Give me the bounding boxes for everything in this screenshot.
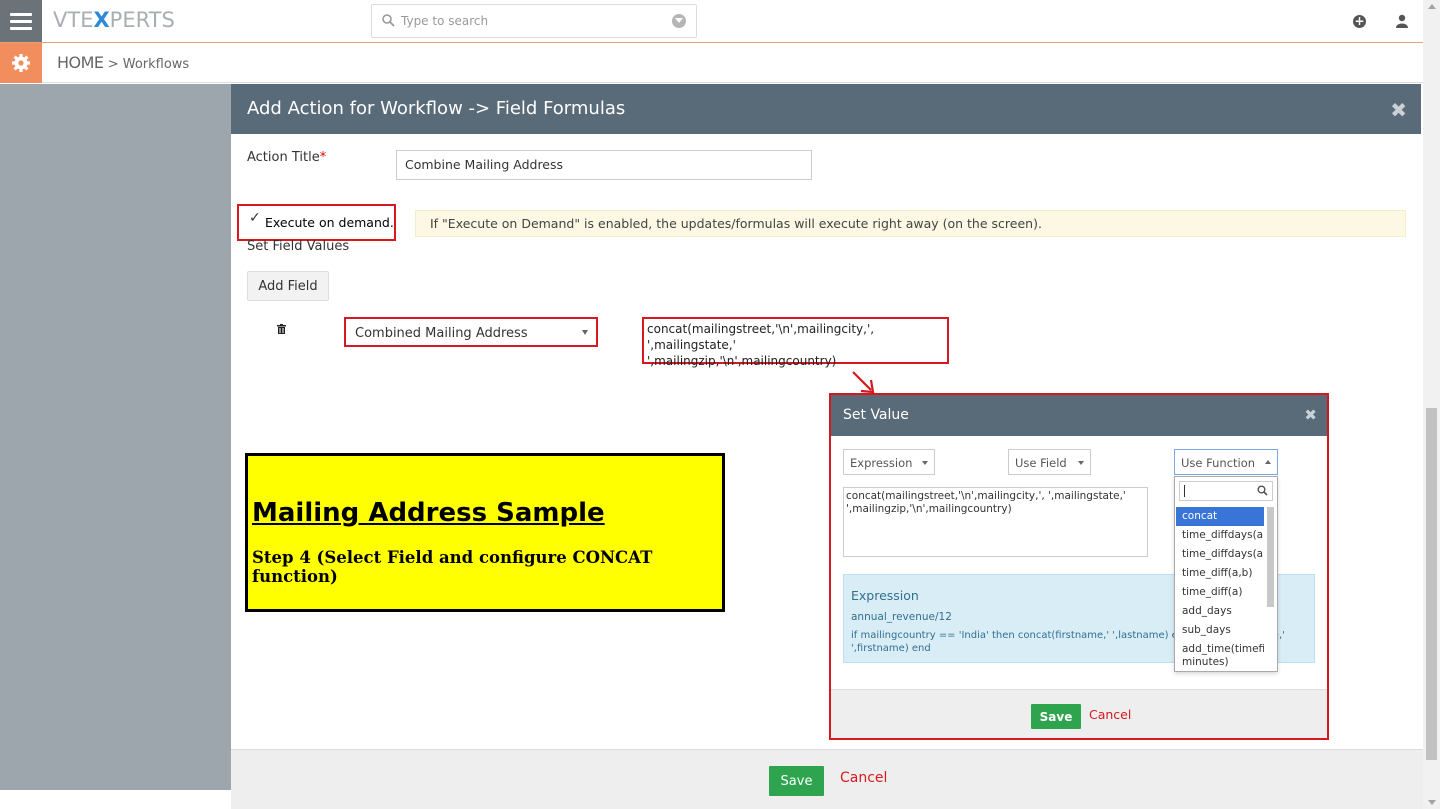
search-icon [1257, 485, 1268, 496]
chevron-up-icon [1265, 460, 1271, 464]
cancel-button[interactable]: Cancel [840, 770, 887, 786]
backdrop-left [0, 84, 231, 790]
add-field-button[interactable]: Add Field [247, 271, 329, 301]
formula-line-1: concat(mailingstreet,'\n',mailingcity,',… [647, 322, 875, 352]
function-option[interactable]: time_diffdays(a,b) [1176, 526, 1264, 545]
add-action-modal: Add Action for Workflow -> Field Formula… [231, 84, 1421, 809]
expression-select-value: Expression [850, 456, 913, 470]
set-field-values-label: Set Field Values [247, 239, 350, 254]
breadcrumb-workflows[interactable]: Workflows [123, 57, 189, 72]
function-option[interactable]: time_diff(a) [1176, 583, 1264, 602]
expression-select[interactable]: Expression [843, 449, 935, 475]
sample-callout-box: Mailing Address Sample Step 4 (Select Fi… [245, 453, 725, 612]
trash-icon[interactable] [277, 324, 286, 334]
function-option[interactable]: add_time(timefield, minutes) [1176, 640, 1264, 670]
close-icon[interactable]: ✖ [1304, 406, 1317, 424]
modal-title: Add Action for Workflow -> Field Formula… [247, 98, 626, 119]
required-marker: * [319, 150, 327, 165]
use-function-select[interactable]: Use Function [1174, 449, 1278, 475]
search-icon [382, 14, 395, 27]
search-placeholder: Type to search [401, 14, 489, 28]
set-value-dialog: Set Value ✖ Expression Use Field Use Fun… [829, 393, 1329, 740]
function-dropdown: concat time_diffdays(a,b) time_diffdays(… [1174, 476, 1278, 672]
action-title-label: Action Title* [247, 150, 327, 165]
execute-on-demand-label[interactable]: Execute on demand. [265, 215, 394, 230]
formula-line-2: ',mailingzip,'\n',mailingcountry) [647, 354, 837, 368]
chevron-down-icon [1078, 461, 1084, 465]
hamburger-menu-icon[interactable] [0, 0, 42, 42]
sample-title: Mailing Address Sample [252, 498, 605, 528]
use-function-select-value: Use Function [1181, 456, 1256, 470]
close-icon[interactable]: ✖ [1390, 98, 1407, 122]
function-option[interactable]: sub_days [1176, 621, 1264, 640]
help-example-1: annual_revenue/12 [851, 611, 952, 623]
execute-on-demand-checkbox[interactable]: ✓ [249, 210, 261, 226]
breadcrumb: HOME > Workflows [57, 53, 189, 72]
modal-header: Add Action for Workflow -> Field Formula… [231, 84, 1421, 134]
sample-step: Step 4 (Select Field and configure CONCA… [252, 548, 653, 586]
global-search-input[interactable]: Type to search [371, 4, 697, 38]
scroll-down-icon[interactable] [1428, 800, 1436, 805]
expression-textarea[interactable]: concat(mailingstreet,'\n',mailingcity,',… [843, 487, 1148, 557]
formula-textarea[interactable]: concat(mailingstreet,'\n',mailingcity,',… [642, 317, 949, 368]
breadcrumb-bar: HOME > Workflows [0, 43, 1423, 83]
scroll-up-icon[interactable] [1428, 4, 1436, 9]
function-search-input[interactable] [1179, 481, 1273, 501]
function-list: concat time_diffdays(a,b) time_diffdays(… [1176, 507, 1264, 670]
scrollbar-thumb[interactable] [1426, 408, 1437, 760]
expression-line-2: ',mailingzip,'\n',mailingcountry) [846, 503, 1012, 515]
chevron-down-icon [582, 330, 588, 335]
app-logo[interactable]: VTEXPERTS [53, 8, 175, 32]
chevron-down-icon [922, 461, 928, 465]
field-select[interactable]: Combined Mailing Address [344, 317, 598, 347]
top-navbar: VTEXPERTS Type to search + [0, 0, 1423, 43]
user-icon[interactable] [1396, 14, 1408, 28]
modal-footer: Save Cancel [231, 749, 1423, 809]
function-option[interactable]: time_diff(a,b) [1176, 564, 1264, 583]
set-value-save-button[interactable]: Save [1031, 704, 1081, 729]
set-value-footer: Save Cancel [831, 689, 1327, 738]
page-scrollbar[interactable] [1423, 0, 1440, 809]
function-option[interactable]: time_diffdays(a) [1176, 545, 1264, 564]
expression-line-1: concat(mailingstreet,'\n',mailingcity,',… [846, 490, 1126, 502]
execute-on-demand-note: If "Execute on Demand" is enabled, the u… [415, 210, 1406, 237]
function-option[interactable]: add_days [1176, 602, 1264, 621]
execute-on-demand-annotation: ✓ Execute on demand. [237, 204, 396, 241]
save-button[interactable]: Save [769, 766, 824, 796]
action-title-input[interactable]: Combine Mailing Address [396, 150, 812, 180]
quick-create-icon[interactable]: + [1353, 15, 1366, 28]
settings-gear-icon[interactable] [0, 43, 42, 83]
function-option[interactable]: concat [1176, 507, 1264, 526]
use-field-select-value: Use Field [1015, 456, 1067, 470]
breadcrumb-home[interactable]: HOME [57, 53, 104, 72]
set-value-title: Set Value [843, 407, 909, 423]
set-value-cancel-button[interactable]: Cancel [1089, 707, 1131, 722]
use-field-select[interactable]: Use Field [1008, 449, 1091, 475]
field-select-value: Combined Mailing Address [355, 326, 528, 341]
set-value-header: Set Value ✖ [831, 395, 1327, 436]
search-dropdown-icon[interactable] [672, 14, 686, 28]
breadcrumb-separator: > [107, 57, 119, 72]
dropdown-scrollbar[interactable] [1267, 507, 1274, 607]
help-heading: Expression [851, 588, 919, 603]
